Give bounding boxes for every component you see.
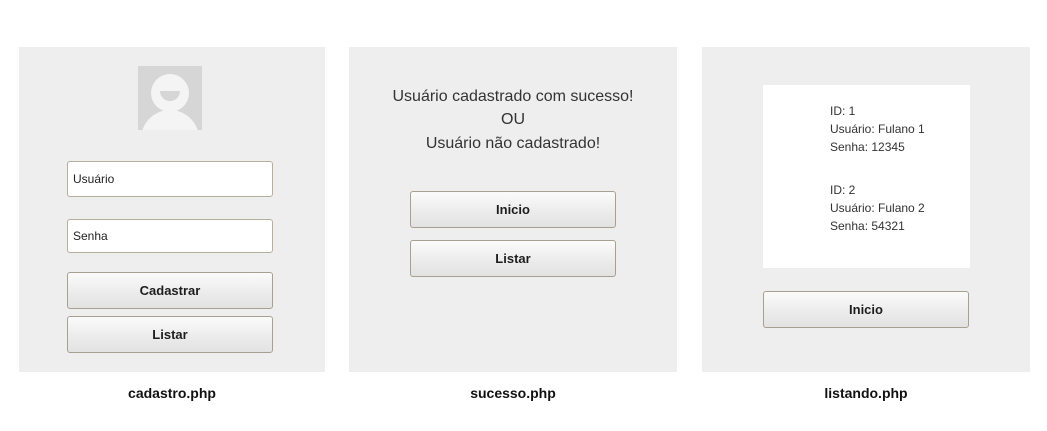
list-button[interactable]: Listar xyxy=(410,240,616,277)
home-button[interactable]: Inicio xyxy=(763,291,969,328)
user-list: ID: 1 Usuário: Fulano 1 Senha: 12345 ID:… xyxy=(763,85,970,268)
password-input[interactable]: Senha xyxy=(67,219,273,253)
user-id: ID: 1 xyxy=(830,104,856,118)
user-name: Usuário: Fulano 1 xyxy=(830,122,925,136)
user-password: Senha: 54321 xyxy=(830,219,905,233)
list-button[interactable]: Listar xyxy=(67,316,273,353)
success-message: Usuário cadastrado com sucesso! xyxy=(392,88,634,105)
username-input[interactable]: Usuário xyxy=(67,161,273,197)
or-text: OU xyxy=(501,111,525,128)
home-button[interactable]: Inicio xyxy=(410,191,616,228)
user-name: Usuário: Fulano 2 xyxy=(830,201,925,215)
user-id: ID: 2 xyxy=(830,183,856,197)
listando-panel: ID: 1 Usuário: Fulano 1 Senha: 12345 ID:… xyxy=(702,47,1030,372)
user-password: Senha: 12345 xyxy=(830,140,905,154)
register-button[interactable]: Cadastrar xyxy=(67,272,273,309)
list-item: ID: 2 Usuário: Fulano 2 Senha: 54321 xyxy=(830,181,925,235)
listando-caption: listando.php xyxy=(824,385,908,401)
list-item: ID: 1 Usuário: Fulano 1 Senha: 12345 xyxy=(830,102,925,156)
cadastro-caption: cadastro.php xyxy=(128,385,216,401)
failure-message: Usuário não cadastrado! xyxy=(425,135,601,152)
cadastro-panel: Usuário Senha Cadastrar Listar xyxy=(19,47,325,372)
user-avatar-icon xyxy=(138,66,202,130)
sucesso-caption: sucesso.php xyxy=(470,385,556,401)
sucesso-panel: Usuário cadastrado com sucesso! OU Usuár… xyxy=(349,47,677,372)
